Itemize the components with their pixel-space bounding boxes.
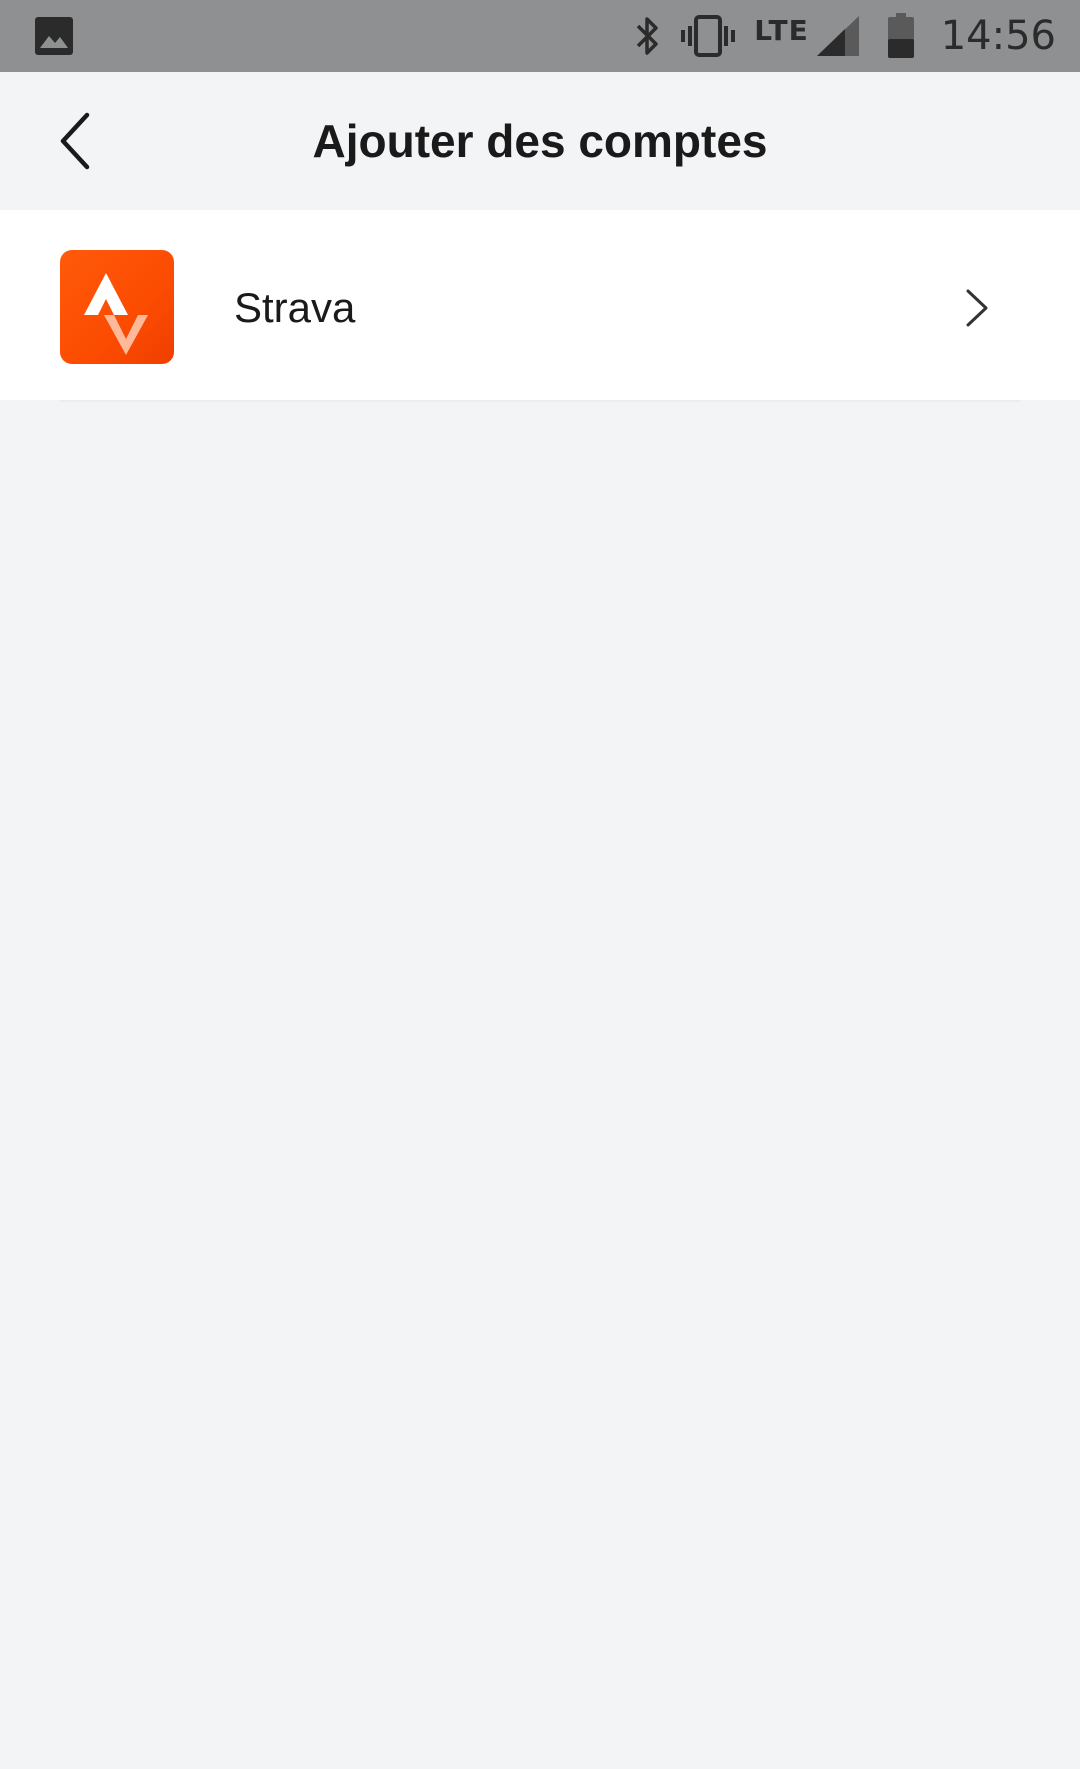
divider <box>60 400 1020 402</box>
strava-logo-icon <box>60 250 174 364</box>
network-type: LTE <box>754 13 809 47</box>
app-header: Ajouter des comptes <box>0 72 1080 210</box>
vibrate-icon <box>680 14 736 58</box>
status-icons: LTE 14:56 <box>614 0 1056 72</box>
bluetooth-icon <box>632 14 662 58</box>
list-item-strava[interactable]: Strava <box>0 210 1080 402</box>
signal-icon <box>815 14 861 58</box>
page-title: Ajouter des comptes <box>312 115 768 167</box>
chevron-left-icon <box>60 112 90 170</box>
back-button[interactable] <box>40 102 110 180</box>
image-icon <box>35 17 73 55</box>
status-bar: LTE 14:56 <box>0 0 1080 72</box>
chevron-right-icon <box>966 289 988 327</box>
clock: 14:56 <box>940 13 1056 59</box>
account-name: Strava <box>234 284 356 331</box>
battery-icon <box>887 13 915 59</box>
account-list: Strava <box>0 210 1080 402</box>
